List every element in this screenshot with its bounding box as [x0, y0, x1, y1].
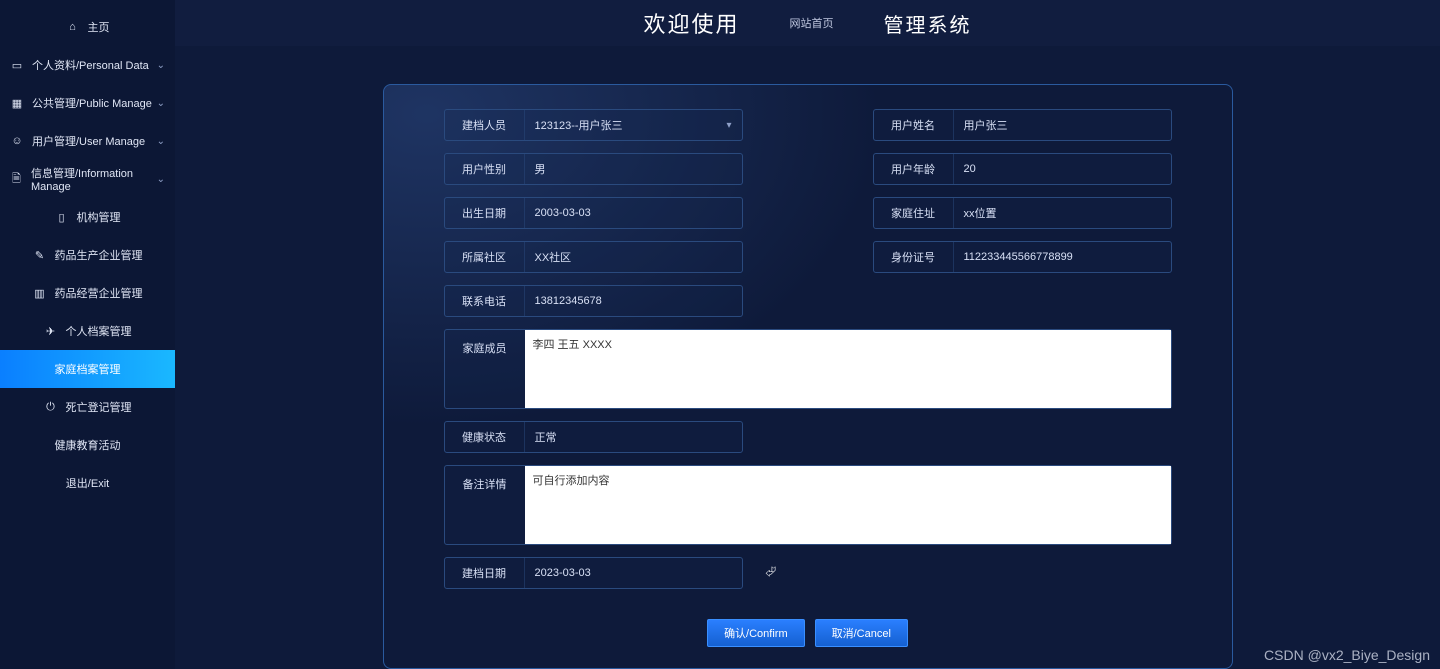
- field-value: 13812345678: [535, 295, 602, 307]
- field-value: 20: [964, 163, 976, 175]
- field-value: 用户张三: [964, 117, 1008, 133]
- field-idcard[interactable]: 身份证号 112233445566778899: [873, 241, 1172, 273]
- field-gender[interactable]: 用户性别 男: [444, 153, 743, 185]
- field-label: 健康状态: [445, 422, 525, 452]
- sidebar-sub-personal-file[interactable]: ✈ 个人档案管理: [0, 312, 175, 350]
- topbar-site-home[interactable]: 网站首页: [790, 15, 834, 31]
- main: 欢迎使用 网站首页 管理系统 建档人员 123123--用户张三 ▾: [175, 0, 1440, 669]
- field-label: 所属社区: [445, 242, 525, 272]
- field-label: 用户性别: [445, 154, 525, 184]
- chevron-down-icon: ⌄: [157, 60, 165, 71]
- cancel-button[interactable]: 取消/Cancel: [815, 619, 908, 647]
- sidebar-sub-family-file[interactable]: 家庭档案管理: [0, 350, 175, 388]
- sidebar-item-label: 公共管理/Public Manage: [32, 95, 152, 111]
- sidebar-item-label: 个人资料/Personal Data: [32, 57, 149, 73]
- field-age[interactable]: 用户年龄 20: [873, 153, 1172, 185]
- sidebar-sub-exit[interactable]: 退出/Exit: [0, 464, 175, 502]
- caret-down-icon: ▾: [726, 120, 731, 131]
- sidebar-item-label: 机构管理: [77, 209, 121, 225]
- shop-icon: ▥: [33, 286, 47, 300]
- sidebar-home[interactable]: ⌂ 主页: [0, 8, 175, 46]
- id-icon: ▭: [10, 58, 24, 72]
- field-value: 男: [535, 161, 546, 177]
- sidebar-home-label: 主页: [88, 19, 110, 35]
- sidebar: ⌂ 主页 ▭ 个人资料/Personal Data ⌄ ▦ 公共管理/Publi…: [0, 0, 175, 669]
- remark-textarea[interactable]: [525, 466, 1171, 544]
- sidebar-item-info-manage[interactable]: 🗎 信息管理/Information Manage ⌄: [0, 160, 175, 198]
- confirm-button[interactable]: 确认/Confirm: [707, 619, 805, 647]
- field-value: 2003-03-03: [535, 207, 591, 219]
- sidebar-sub-death-record[interactable]: ⏻ 死亡登记管理: [0, 388, 175, 426]
- home-icon: ⌂: [66, 20, 80, 34]
- sidebar-item-label: 信息管理/Information Manage: [31, 165, 165, 193]
- sidebar-item-label: 家庭档案管理: [55, 361, 121, 377]
- chevron-down-icon: ⌄: [157, 174, 165, 185]
- field-members: 家庭成员: [444, 329, 1172, 409]
- power-icon: ⏻: [44, 400, 58, 414]
- topbar-welcome: 欢迎使用: [643, 7, 739, 39]
- watermark: CSDN @vx2_Biye_Design: [1264, 647, 1430, 663]
- field-label: 联系电话: [445, 286, 525, 316]
- sidebar-item-label: 药品经营企业管理: [55, 285, 143, 301]
- field-address[interactable]: 家庭住址 xx位置: [873, 197, 1172, 229]
- field-community[interactable]: 所属社区 XX社区: [444, 241, 743, 273]
- field-label: 备注详情: [445, 466, 525, 492]
- field-remark: 备注详情: [444, 465, 1172, 545]
- building-icon: ▯: [55, 210, 69, 224]
- field-label: 建档人员: [445, 110, 525, 140]
- sidebar-item-label: 用户管理/User Manage: [32, 133, 145, 149]
- field-value: 112233445566778899: [964, 251, 1073, 263]
- members-textarea[interactable]: [525, 330, 1171, 408]
- topbar-system-name: 管理系统: [884, 9, 972, 38]
- topbar: 欢迎使用 网站首页 管理系统: [175, 0, 1440, 46]
- grid-icon: ▦: [10, 96, 24, 110]
- sidebar-item-label: 退出/Exit: [66, 475, 109, 491]
- field-creator[interactable]: 建档人员 123123--用户张三 ▾: [444, 109, 743, 141]
- sidebar-item-label: 药品生产企业管理: [55, 247, 143, 263]
- field-label: 家庭住址: [874, 198, 954, 228]
- sidebar-item-label: 健康教育活动: [55, 437, 121, 453]
- content: 建档人员 123123--用户张三 ▾ 用户姓名 用户张三: [175, 46, 1440, 669]
- field-label: 用户姓名: [874, 110, 954, 140]
- field-label: 建档日期: [445, 558, 525, 588]
- field-value: XX社区: [535, 249, 572, 265]
- field-phone[interactable]: 联系电话 13812345678: [444, 285, 743, 317]
- field-birthday[interactable]: 出生日期 2003-03-03: [444, 197, 743, 229]
- field-label: 身份证号: [874, 242, 954, 272]
- users-icon: ☺: [10, 134, 24, 148]
- sidebar-item-personal-data[interactable]: ▭ 个人资料/Personal Data ⌄: [0, 46, 175, 84]
- field-create-date[interactable]: 建档日期 2023-03-03: [444, 557, 743, 589]
- field-label: 用户年龄: [874, 154, 954, 184]
- pill-icon: ✎: [33, 248, 47, 262]
- form-card: 建档人员 123123--用户张三 ▾ 用户姓名 用户张三: [383, 84, 1233, 669]
- field-label: 家庭成员: [445, 330, 525, 356]
- sidebar-sub-drug-bus[interactable]: ▥ 药品经营企业管理: [0, 274, 175, 312]
- field-value: 2023-03-03: [535, 567, 591, 579]
- field-value: xx位置: [964, 205, 997, 221]
- sidebar-sub-org[interactable]: ▯ 机构管理: [0, 198, 175, 236]
- sidebar-sub-drug-prod[interactable]: ✎ 药品生产企业管理: [0, 236, 175, 274]
- file-icon: ✈: [44, 324, 58, 338]
- sidebar-sub-health-edu[interactable]: 健康教育活动: [0, 426, 175, 464]
- field-label: 出生日期: [445, 198, 525, 228]
- field-username[interactable]: 用户姓名 用户张三: [873, 109, 1172, 141]
- chevron-down-icon: ⌄: [157, 136, 165, 147]
- sidebar-item-label: 个人档案管理: [66, 323, 132, 339]
- sidebar-item-label: 死亡登记管理: [66, 399, 132, 415]
- field-health[interactable]: 健康状态 正常: [444, 421, 743, 453]
- field-value: 正常: [535, 429, 557, 445]
- field-value-select[interactable]: 123123--用户张三 ▾: [525, 110, 742, 140]
- doc-icon: 🗎: [10, 172, 23, 186]
- chevron-down-icon: ⌄: [157, 98, 165, 109]
- sidebar-item-public-manage[interactable]: ▦ 公共管理/Public Manage ⌄: [0, 84, 175, 122]
- sidebar-item-user-manage[interactable]: ☺ 用户管理/User Manage ⌄: [0, 122, 175, 160]
